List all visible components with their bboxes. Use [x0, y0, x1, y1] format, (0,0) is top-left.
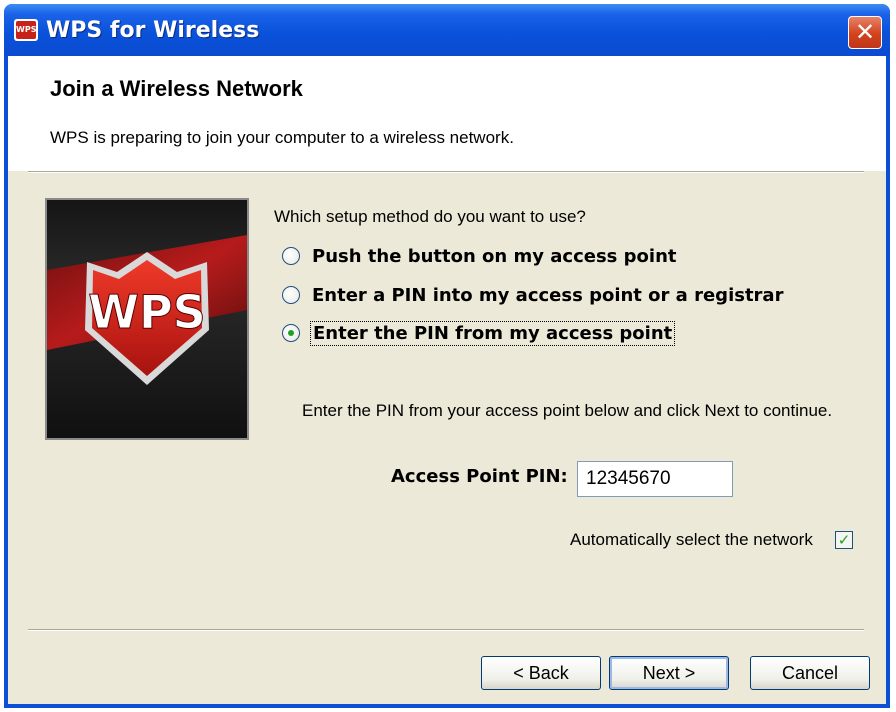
- dialog-client-area: Join a Wireless Network WPS is preparing…: [8, 56, 886, 704]
- auto-select-network-label[interactable]: Automatically select the network: [570, 530, 813, 550]
- access-point-pin-input[interactable]: [577, 461, 733, 497]
- close-icon: ✕: [854, 18, 876, 46]
- title-bar[interactable]: WPS WPS for Wireless ✕: [4, 4, 890, 56]
- auto-select-network-checkbox[interactable]: ✓: [835, 531, 853, 549]
- option-enter-pin-registrar[interactable]: Enter a PIN into my access point or a re…: [282, 282, 785, 308]
- radio-push-button[interactable]: [282, 247, 300, 265]
- back-button[interactable]: < Back: [481, 656, 601, 690]
- footer-divider: [28, 629, 864, 631]
- option-label-push-button[interactable]: Push the button on my access point: [310, 245, 678, 268]
- wizard-header: Join a Wireless Network WPS is preparing…: [8, 56, 886, 171]
- page-subtitle: WPS is preparing to join your computer t…: [50, 128, 514, 147]
- setup-question: Which setup method do you want to use?: [274, 207, 586, 226]
- wps-dialog-window: WPS WPS for Wireless ✕ Join a Wireless N…: [4, 4, 890, 708]
- option-label-pin-from-ap[interactable]: Enter the PIN from my access point: [310, 320, 676, 346]
- next-button[interactable]: Next >: [609, 656, 729, 690]
- wps-logo-image: WPS: [45, 198, 249, 440]
- pin-instructions: Enter the PIN from your access point bel…: [302, 401, 833, 420]
- window-title: WPS for Wireless: [46, 18, 260, 43]
- checkmark-icon: ✓: [837, 531, 851, 549]
- option-label-enter-pin-registrar[interactable]: Enter a PIN into my access point or a re…: [310, 284, 785, 307]
- access-point-pin-label: Access Point PIN:: [391, 466, 568, 487]
- option-pin-from-ap[interactable]: Enter the PIN from my access point: [282, 320, 676, 346]
- radio-enter-pin-registrar[interactable]: [282, 286, 300, 304]
- header-divider: [28, 171, 864, 173]
- app-icon-logo-text: WPS: [16, 21, 36, 39]
- cancel-button[interactable]: Cancel: [750, 656, 870, 690]
- close-button[interactable]: ✕: [848, 16, 882, 49]
- option-push-button[interactable]: Push the button on my access point: [282, 243, 678, 269]
- wps-app-icon: WPS: [14, 19, 38, 41]
- wps-logo-text: WPS: [88, 285, 206, 339]
- radio-pin-from-ap[interactable]: [282, 324, 300, 342]
- page-title: Join a Wireless Network: [50, 76, 303, 101]
